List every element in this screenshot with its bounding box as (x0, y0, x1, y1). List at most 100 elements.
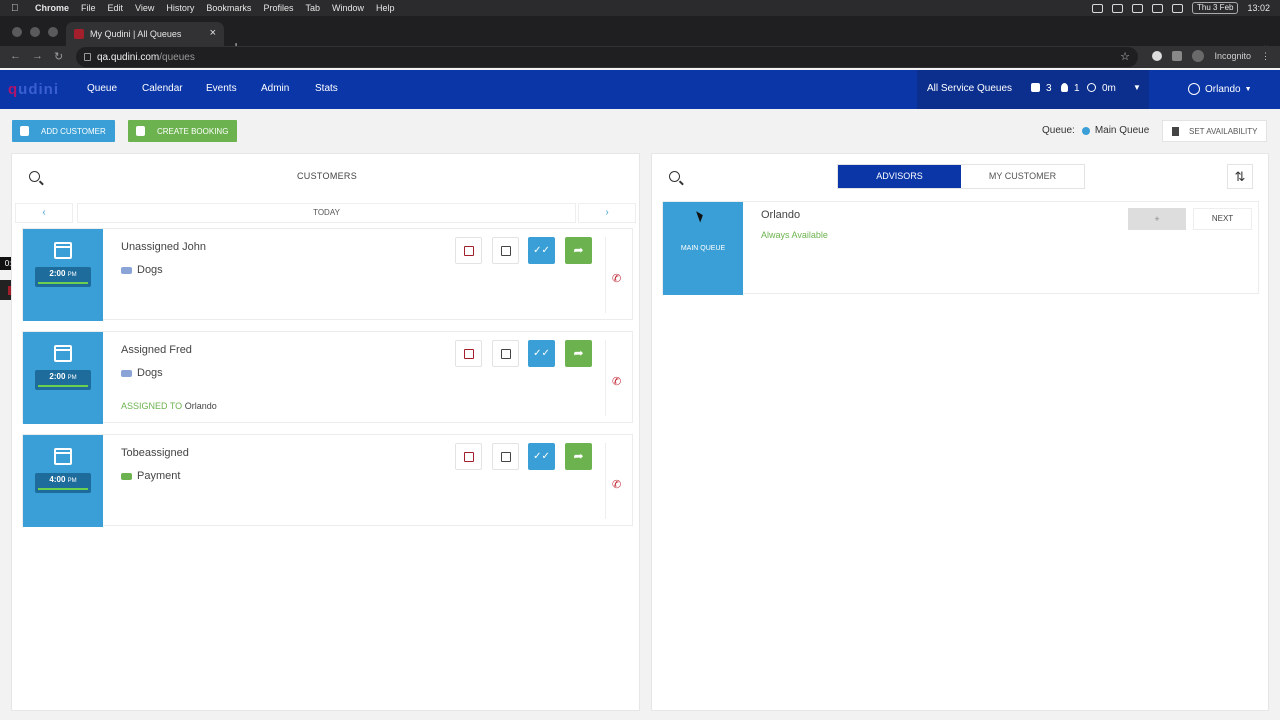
window-controls (12, 27, 58, 37)
customer-card[interactable]: 4:00 PM Tobeassigned Payment ✓✓ ➦ ✆ (22, 434, 633, 527)
menu-file[interactable]: File (81, 3, 96, 13)
groups-count: 3 (1046, 83, 1052, 94)
tab-my-customer[interactable]: MY CUSTOMER (961, 165, 1084, 188)
menu-view[interactable]: View (135, 3, 154, 13)
advisor-tabs: ADVISORS MY CUSTOMER (837, 164, 1085, 189)
serve-button[interactable]: ✓✓ (528, 237, 555, 264)
customer-card[interactable]: 2:00 PM Unassigned John Dogs ✓✓ ➦ ✆ (22, 228, 633, 321)
url-input[interactable]: qa.qudini.com/queues ☆ (76, 47, 1138, 67)
reload-icon[interactable]: ↻ (54, 50, 63, 63)
tray-clock[interactable]: 13:02 (1247, 3, 1270, 13)
bookmark-star-icon[interactable]: ☆ (1120, 50, 1130, 63)
cancel-booking-button[interactable] (455, 443, 482, 470)
menu-app[interactable]: Chrome (35, 3, 69, 13)
add-to-advisor-button[interactable]: + (1128, 208, 1186, 230)
back-icon[interactable]: ← (10, 50, 21, 62)
appointment-time: 2:00 PM (35, 370, 91, 390)
nav-events[interactable]: Events (206, 83, 237, 94)
prev-day-button[interactable]: ‹ (15, 203, 73, 223)
menu-history[interactable]: History (166, 3, 194, 13)
menu-help[interactable]: Help (376, 3, 395, 13)
sort-icon[interactable]: ⇅ (1227, 164, 1253, 189)
current-queue: Queue: Main Queue (1042, 125, 1149, 136)
double-check-icon: ✓✓ (533, 245, 550, 256)
transfer-button[interactable]: ➦ (565, 237, 592, 264)
app-navbar: qudini Queue Calendar Events Admin Stats… (0, 70, 1280, 109)
incognito-icon[interactable] (1192, 50, 1205, 62)
calendar-icon (54, 448, 72, 465)
user-menu[interactable]: Orlando ▼ (1188, 83, 1252, 95)
nav-queue[interactable]: Queue (87, 83, 117, 94)
battery-icon[interactable] (1172, 3, 1183, 13)
cancel-booking-button[interactable] (455, 340, 482, 367)
no-call-icon[interactable]: ✆ (612, 273, 626, 285)
groups-icon (1031, 83, 1040, 92)
menu-profiles[interactable]: Profiles (263, 3, 293, 13)
time-progress-bar (38, 488, 88, 490)
no-call-icon[interactable]: ✆ (612, 376, 626, 388)
tray-icon[interactable] (1112, 3, 1123, 13)
minimize-window-icon[interactable] (30, 27, 40, 37)
close-tab-icon[interactable]: × (210, 27, 216, 39)
close-window-icon[interactable] (12, 27, 22, 37)
menu-bookmarks[interactable]: Bookmarks (206, 3, 251, 13)
time-value: 2:00 (49, 372, 66, 381)
chevron-down-icon: ▼ (1244, 85, 1252, 93)
cancel-booking-button[interactable] (455, 237, 482, 264)
advisor-status: Always Available (761, 230, 828, 240)
qudini-logo[interactable]: qudini (8, 81, 59, 98)
add-person-icon (20, 126, 29, 136)
serve-button[interactable]: ✓✓ (528, 340, 555, 367)
divider (605, 340, 606, 416)
next-customer-button[interactable]: NEXT (1193, 208, 1252, 230)
search-icon[interactable] (29, 171, 40, 182)
menu-edit[interactable]: Edit (108, 3, 124, 13)
tab-advisors[interactable]: ADVISORS (838, 165, 961, 188)
create-booking-button[interactable]: CREATE BOOKING (128, 120, 237, 142)
service-name: Dogs (137, 367, 163, 379)
calendar-icon (54, 345, 72, 362)
browser-menu-icon[interactable]: ⋮ (1261, 51, 1270, 62)
transfer-button[interactable]: ➦ (565, 443, 592, 470)
profile-label[interactable]: Incognito (1214, 51, 1251, 61)
zoom-window-icon[interactable] (48, 27, 58, 37)
no-call-icon[interactable]: ✆ (612, 479, 626, 491)
search-icon[interactable] (669, 171, 680, 182)
set-availability-button[interactable]: SET AVAILABILITY (1162, 120, 1267, 142)
extension-icon[interactable] (1152, 51, 1163, 61)
queue-dot-icon (1081, 126, 1090, 135)
puzzle-icon[interactable] (1172, 51, 1183, 61)
people-count: 1 (1074, 83, 1080, 94)
check-in-button[interactable] (492, 443, 519, 470)
check-in-button[interactable] (492, 340, 519, 367)
tray-date[interactable]: Thu 3 Feb (1192, 2, 1239, 14)
menu-tab[interactable]: Tab (305, 3, 320, 13)
browser-tab[interactable]: My Qudini | All Queues × (66, 22, 224, 46)
customers-title: CUSTOMERS (297, 171, 358, 181)
user-name: Orlando (1205, 83, 1241, 95)
chevron-down-icon[interactable]: ▼ (1133, 83, 1141, 92)
customer-card[interactable]: 2:00 PM Assigned Fred Dogs ASSIGNED TO O… (22, 331, 633, 424)
time-value: 2:00 (49, 269, 66, 278)
mac-menu: Chrome File Edit View History Bookmarks … (25, 3, 395, 13)
add-customer-label: ADD CUSTOMER (41, 126, 106, 136)
next-day-button[interactable]: › (578, 203, 636, 223)
queue-stats-dropdown[interactable]: All Service Queues 3 1 0m ▼ (917, 70, 1149, 109)
wifi-icon[interactable] (1152, 3, 1163, 13)
lock-icon[interactable] (84, 53, 91, 61)
advisor-card[interactable]: MAIN QUEUE Orlando Always Available + NE… (662, 201, 1259, 295)
date-navigator: ‹ TODAY › (15, 203, 636, 223)
check-in-button[interactable] (492, 237, 519, 264)
transfer-button[interactable]: ➦ (565, 340, 592, 367)
add-customer-button[interactable]: ADD CUSTOMER (12, 120, 115, 142)
menu-window[interactable]: Window (332, 3, 364, 13)
date-label[interactable]: TODAY (77, 203, 576, 223)
tray-icon[interactable] (1132, 3, 1143, 13)
nav-calendar[interactable]: Calendar (142, 83, 183, 94)
serve-button[interactable]: ✓✓ (528, 443, 555, 470)
apple-icon[interactable]:  (11, 3, 25, 14)
tray-icon[interactable] (1092, 3, 1103, 13)
forward-icon[interactable]: → (32, 50, 43, 62)
nav-admin[interactable]: Admin (261, 83, 289, 94)
nav-stats[interactable]: Stats (315, 83, 338, 94)
